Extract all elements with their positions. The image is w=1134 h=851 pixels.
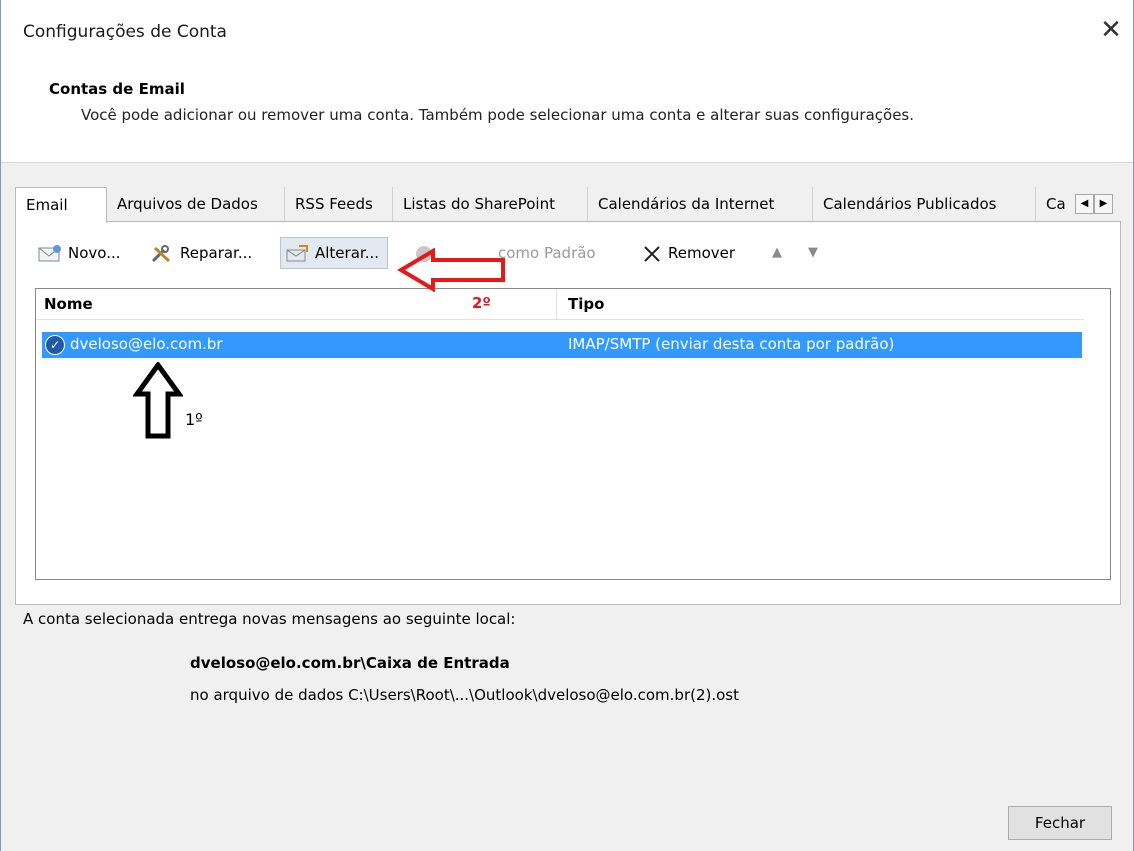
annotation-step-2: 2º bbox=[472, 294, 491, 312]
change-account-icon bbox=[285, 243, 309, 263]
close-button[interactable]: Fechar bbox=[1008, 806, 1112, 840]
section-heading: Contas de Email bbox=[49, 80, 185, 98]
move-down-button[interactable]: ▼ bbox=[808, 237, 818, 269]
annotation-arrow-left-icon bbox=[397, 248, 505, 292]
account-settings-dialog: Configurações de Conta ✕ Contas de Email… bbox=[0, 0, 1134, 851]
default-account-check-icon: ✓ bbox=[45, 335, 65, 355]
annotation-arrow-up-icon bbox=[133, 362, 183, 439]
tab-strip: Email Arquivos de Dados RSS Feeds Listas… bbox=[15, 187, 1121, 223]
remove-button[interactable]: Remover bbox=[642, 237, 735, 269]
list-header: Nome Tipo bbox=[36, 289, 1084, 320]
tab-calendarios-internet[interactable]: Calendários da Internet bbox=[588, 187, 813, 221]
repair-label: Reparar... bbox=[180, 244, 253, 262]
change-label: Alterar... bbox=[315, 244, 379, 262]
tab-listas-sharepoint[interactable]: Listas do SharePoint bbox=[393, 187, 588, 221]
window-title: Configurações de Conta bbox=[23, 22, 227, 42]
dialog-header: Configurações de Conta ✕ Contas de Email… bbox=[1, 0, 1133, 163]
column-header-nome[interactable]: Nome bbox=[44, 295, 93, 313]
tab-scroll-left-icon[interactable]: ◀ bbox=[1075, 194, 1094, 214]
arrow-down-icon: ▼ bbox=[808, 245, 818, 260]
annotation-step-1: 1º bbox=[185, 410, 203, 429]
delivery-location: dveloso@elo.com.br\Caixa de Entrada bbox=[190, 654, 510, 672]
set-default-label: como Padrão bbox=[498, 244, 596, 262]
accounts-toolbar: Novo... Reparar... Alterar... como Padrã… bbox=[38, 237, 1118, 269]
delivery-data-file: no arquivo de dados C:\Users\Root\...\Ou… bbox=[190, 686, 739, 704]
close-icon[interactable]: ✕ bbox=[1099, 17, 1123, 43]
arrow-up-icon: ▲ bbox=[772, 245, 782, 260]
move-up-button[interactable]: ▲ bbox=[772, 237, 782, 269]
column-divider bbox=[556, 289, 557, 319]
new-account-button[interactable]: Novo... bbox=[38, 237, 121, 269]
tab-calendarios-publicados[interactable]: Calendários Publicados bbox=[813, 187, 1036, 221]
tab-rss-feeds[interactable]: RSS Feeds bbox=[285, 187, 393, 221]
tab-truncated[interactable]: Ca bbox=[1036, 187, 1076, 221]
tab-email[interactable]: Email bbox=[15, 187, 107, 223]
account-name: dveloso@elo.com.br bbox=[70, 335, 223, 353]
section-description: Você pode adicionar ou remover uma conta… bbox=[81, 106, 915, 124]
tools-icon bbox=[150, 243, 174, 263]
tab-scroll-right-icon[interactable]: ▶ bbox=[1094, 194, 1113, 214]
column-header-tipo[interactable]: Tipo bbox=[568, 295, 604, 313]
remove-label: Remover bbox=[668, 244, 736, 262]
envelope-icon bbox=[38, 243, 62, 263]
x-icon bbox=[642, 243, 662, 263]
new-account-label: Novo... bbox=[68, 244, 121, 262]
account-type: IMAP/SMTP (enviar desta conta por padrão… bbox=[568, 335, 895, 353]
repair-button[interactable]: Reparar... bbox=[150, 237, 252, 269]
accounts-list: Nome Tipo ✓ dveloso@elo.com.br IMAP/SMTP… bbox=[35, 288, 1111, 580]
change-button[interactable]: Alterar... bbox=[280, 237, 388, 269]
delivery-label: A conta selecionada entrega novas mensag… bbox=[23, 610, 516, 628]
tab-arquivos-de-dados[interactable]: Arquivos de Dados bbox=[107, 187, 285, 221]
table-row[interactable]: ✓ dveloso@elo.com.br IMAP/SMTP (enviar d… bbox=[42, 332, 1082, 358]
